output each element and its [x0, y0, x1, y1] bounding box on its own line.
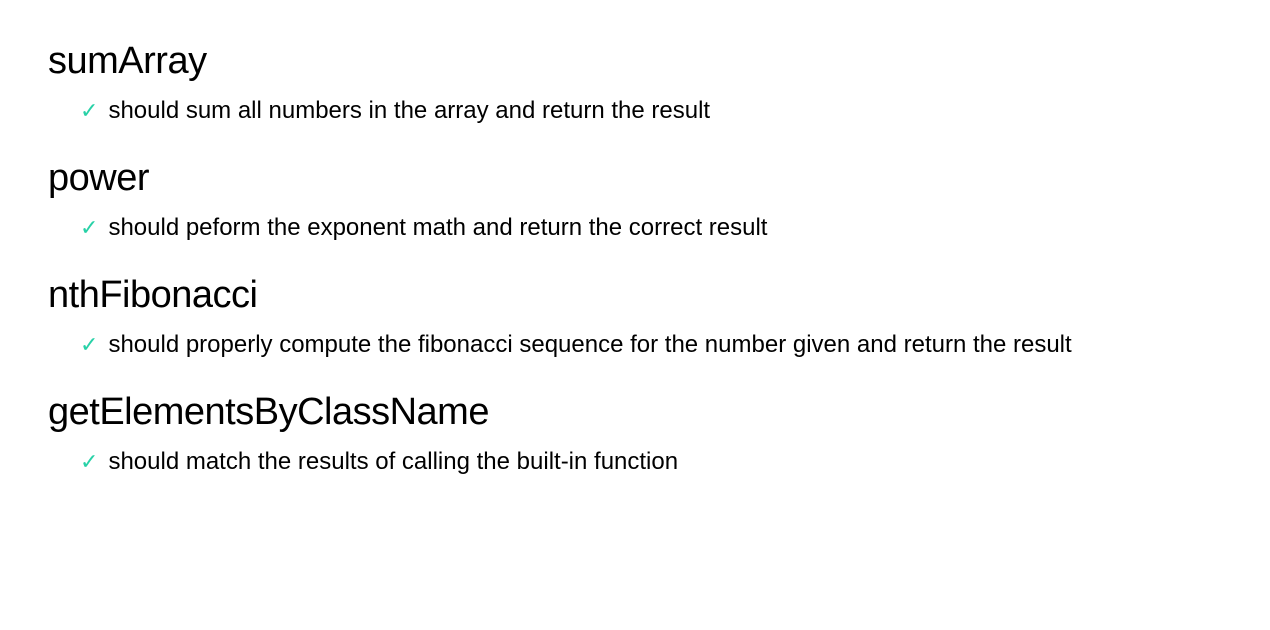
suite-title: nthFibonacci	[48, 274, 1222, 317]
test-result-row: ✓ should peform the exponent math and re…	[48, 214, 1222, 242]
suite-title: getElementsByClassName	[48, 391, 1222, 434]
test-suite: power ✓ should peform the exponent math …	[48, 157, 1222, 242]
test-result-row: ✓ should match the results of calling th…	[48, 448, 1222, 476]
check-icon: ✓	[80, 451, 98, 473]
test-description: should sum all numbers in the array and …	[108, 97, 710, 125]
test-result-row: ✓ should properly compute the fibonacci …	[48, 331, 1222, 359]
suite-title: sumArray	[48, 40, 1222, 83]
suite-title: power	[48, 157, 1222, 200]
test-description: should properly compute the fibonacci se…	[108, 331, 1071, 359]
test-suite: nthFibonacci ✓ should properly compute t…	[48, 274, 1222, 359]
test-suite: getElementsByClassName ✓ should match th…	[48, 391, 1222, 476]
check-icon: ✓	[80, 100, 98, 122]
test-description: should peform the exponent math and retu…	[108, 214, 767, 242]
test-suite: sumArray ✓ should sum all numbers in the…	[48, 40, 1222, 125]
check-icon: ✓	[80, 217, 98, 239]
check-icon: ✓	[80, 334, 98, 356]
test-description: should match the results of calling the …	[108, 448, 678, 476]
test-result-row: ✓ should sum all numbers in the array an…	[48, 97, 1222, 125]
